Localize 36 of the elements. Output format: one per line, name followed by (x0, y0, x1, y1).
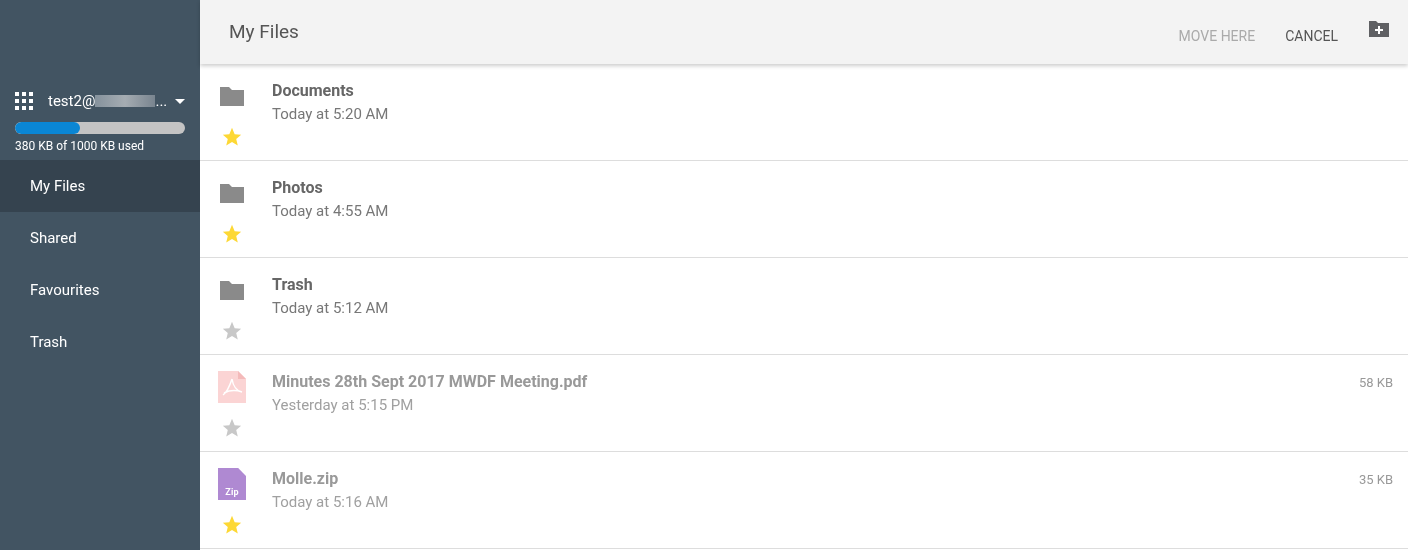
file-name: Trash (272, 274, 314, 296)
star-icon[interactable] (221, 223, 243, 245)
file-date: Today at 5:12 AM (272, 298, 389, 319)
sidebar-item[interactable]: Shared (0, 212, 200, 264)
sidebar-item[interactable]: Trash (0, 316, 200, 368)
new-folder-icon[interactable] (1368, 20, 1390, 38)
file-row[interactable]: Trash Today at 5:12 AM (200, 258, 1408, 355)
page-title: My Files (229, 18, 299, 45)
pdf-file-icon (218, 371, 246, 403)
apps-grid-icon[interactable] (15, 92, 33, 110)
sidebar-item[interactable]: Favourites (0, 264, 200, 316)
folder-icon (218, 181, 246, 205)
file-row[interactable]: Documents Today at 5:20 AM (200, 64, 1408, 161)
sidebar-item[interactable]: My Files (0, 160, 200, 212)
file-date: Yesterday at 5:15 PM (272, 395, 415, 416)
file-date: Today at 5:16 AM (272, 492, 389, 513)
dropdown-caret-icon[interactable] (175, 98, 185, 104)
file-date: Today at 4:55 AM (272, 201, 389, 222)
folder-icon (218, 84, 246, 108)
file-name: Photos (272, 177, 324, 199)
star-icon[interactable] (221, 126, 243, 148)
redacted-text (95, 95, 156, 107)
storage-usage: 380 KB of 1000 KB used (14, 138, 146, 154)
file-date: Today at 5:20 AM (272, 104, 389, 125)
account-name: test2@ (48, 90, 96, 112)
file-name: Molle.zip (272, 468, 340, 490)
file-size: 58 KB (1358, 374, 1393, 392)
folder-icon (218, 278, 246, 302)
file-name: Minutes 28th Sept 2017 MWDF Meeting.pdf (272, 371, 588, 393)
action-button[interactable]: CANCEL (1285, 25, 1338, 47)
zip-file-icon: Zip (218, 468, 246, 500)
file-row[interactable]: Photos Today at 4:55 AM (200, 161, 1408, 258)
account-ellipsis: ... (155, 90, 168, 112)
file-name: Documents (272, 80, 355, 102)
file-size: 35 KB (1358, 471, 1393, 489)
star-icon[interactable] (221, 320, 243, 342)
